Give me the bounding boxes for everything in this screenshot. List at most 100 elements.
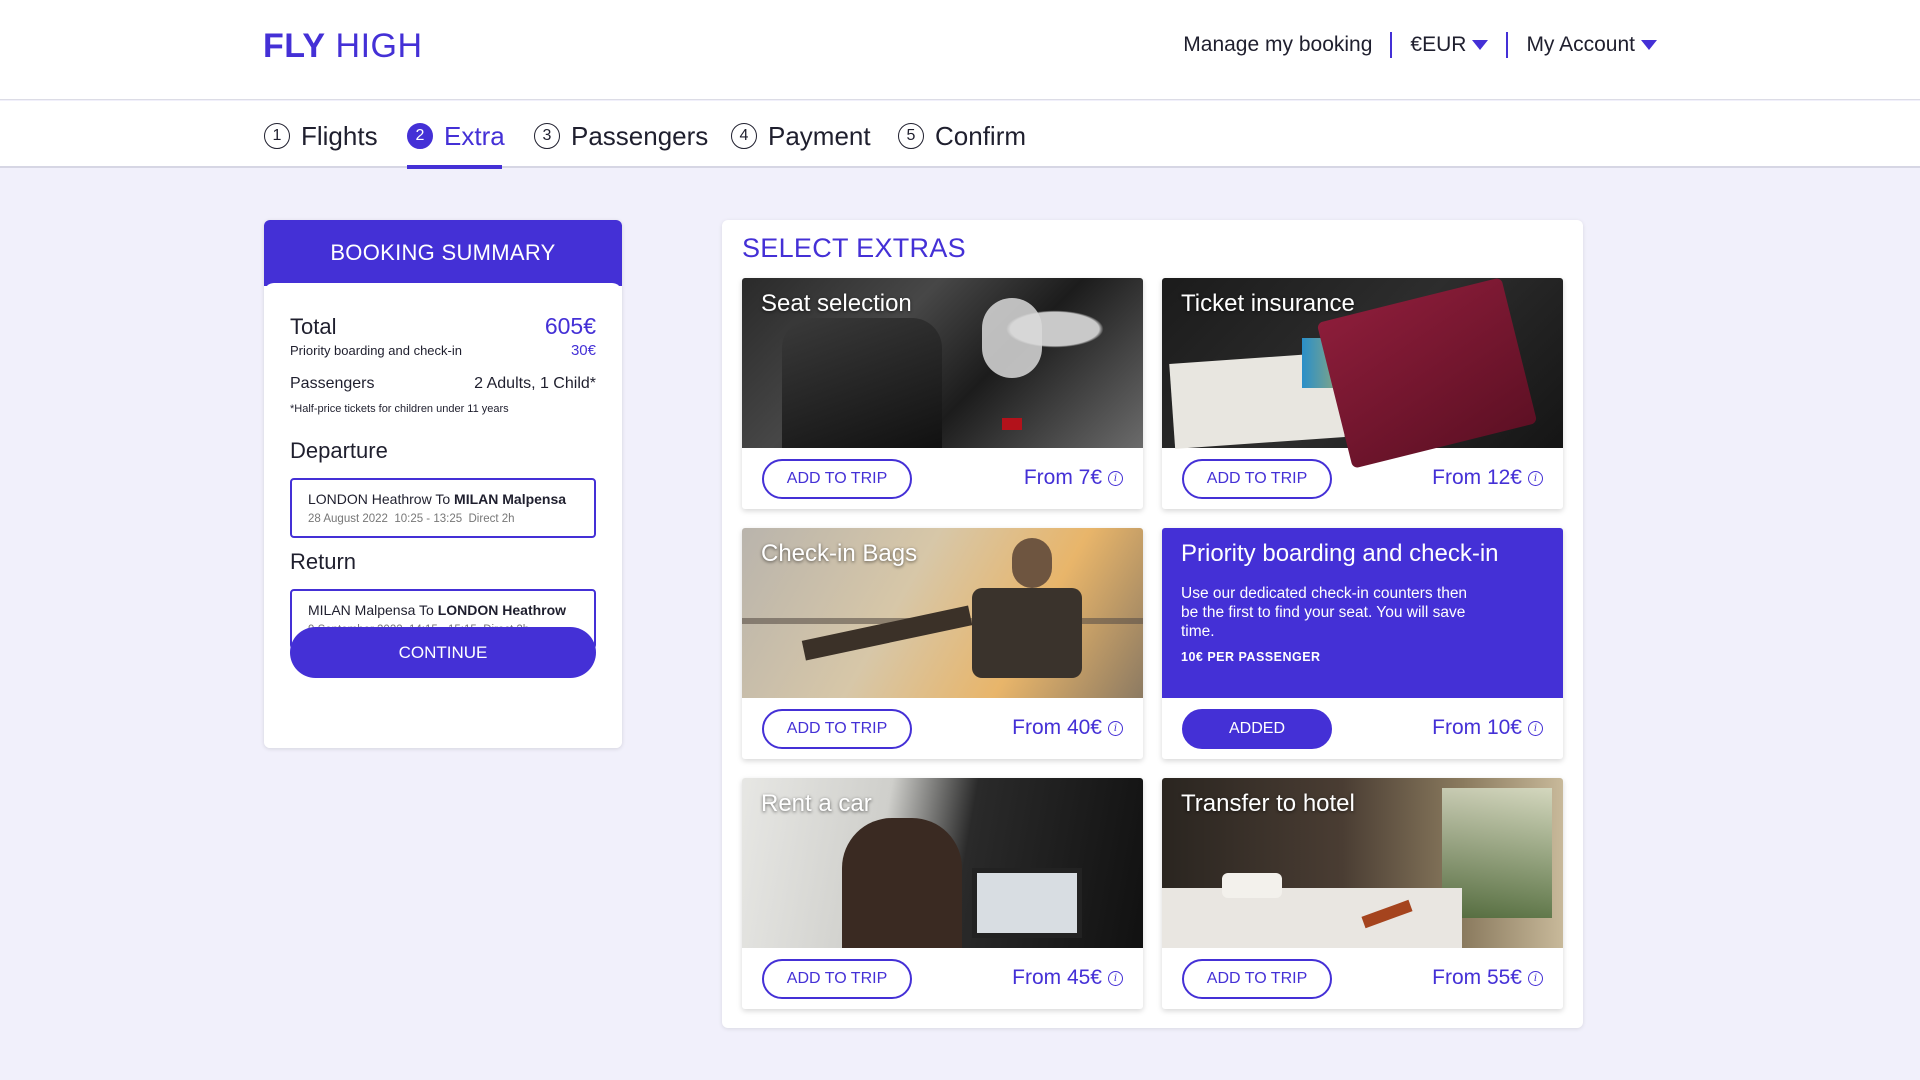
add-to-trip-button[interactable]: ADD TO TRIP [762,459,912,499]
add-to-trip-button[interactable]: ADD TO TRIP [1182,459,1332,499]
child-note: *Half-price tickets for children under 1… [290,403,509,415]
step-number: 4 [731,123,757,149]
account-menu[interactable]: My Account [1526,33,1657,57]
return-route: MILAN Malpensa To LONDON Heathrow [308,602,578,618]
info-icon[interactable]: i [1528,970,1543,986]
step-label: Payment [768,120,871,151]
step-number: 1 [264,123,290,149]
route-to-word: To [435,491,451,507]
extra-card-seat-selection: Seat selection ADD TO TRIP From 7€ i [742,278,1143,509]
price-text: From 45€ [1012,966,1102,989]
priority-description-box: Priority boarding and check-in Use our d… [1162,528,1563,698]
continue-button[interactable]: CONTINUE [290,627,596,678]
card-title: Ticket insurance [1181,290,1355,317]
child-note-row: *Half-price tickets for children under 1… [290,403,596,415]
total-row: Total 605€ [290,313,596,340]
step-label: Confirm [935,120,1027,151]
card-title: Transfer to hotel [1181,790,1355,817]
step-extra[interactable]: 2 Extra [407,119,505,153]
nav-divider [1390,32,1393,58]
chevron-down-icon [1641,40,1657,51]
info-icon[interactable]: i [1528,720,1543,736]
price-text: From 7€ [1023,466,1102,489]
summary-title: BOOKING SUMMARY [264,220,622,286]
active-step-indicator [407,165,502,169]
extra-card-priority-boarding: Priority boarding and check-in Use our d… [1162,528,1563,759]
extra-card-check-in-bags: Check-in Bags ADD TO TRIP From 40€ i [742,528,1143,759]
price-label: From 10€ i [1432,716,1543,740]
add-to-trip-button[interactable]: ADD TO TRIP [1182,959,1332,999]
logo-light-text: HIGH [335,27,423,65]
step-label: Extra [444,120,505,151]
departure-destination: MILAN Malpensa [454,491,567,507]
step-payment[interactable]: 4 Payment [731,119,871,153]
top-header: FLY HIGH Manage my booking €EUR My Accou… [0,0,1920,100]
departure-type: Direct 2h [468,513,515,525]
booking-summary: BOOKING SUMMARY Total 605€ Priority boar… [264,220,622,748]
departure-title: Departure [290,438,388,463]
departure-origin: LONDON Heathrow [308,491,432,507]
chevron-down-icon [1472,40,1489,51]
logo[interactable]: FLY HIGH [263,27,423,66]
info-icon[interactable]: i [1108,970,1123,986]
passengers-row: Passengers 2 Adults, 1 Child* [290,375,596,393]
price-label: From 7€ i [1024,466,1123,490]
departure-meta: 28 August 2022 10:25 - 13:25 Direct 2h [308,513,578,525]
booking-steps: 1 Flights 2 Extra 3 Passengers 4 Payment… [0,101,1920,169]
step-flights[interactable]: 1 Flights [264,119,378,153]
step-confirm[interactable]: 5 Confirm [898,119,1026,153]
step-number: 3 [534,123,560,149]
step-number: 2 [407,123,433,149]
price-text: From 40€ [1012,716,1102,739]
extra-label: Priority boarding and check-in [290,343,462,358]
step-label: Passengers [571,120,709,151]
price-text: From 12€ [1432,466,1522,489]
price-label: From 55€ i [1432,966,1543,990]
extra-card-ticket-insurance: Ticket insurance ADD TO TRIP From 12€ i [1162,278,1563,509]
passengers-value: 2 Adults, 1 Child* [474,375,596,392]
add-to-trip-button[interactable]: ADD TO TRIP [762,709,912,749]
card-title: Priority boarding and check-in [1181,540,1499,567]
price-text: From 10€ [1432,716,1522,739]
summary-body: Total 605€ Priority boarding and check-i… [264,283,622,748]
total-label: Total [290,314,337,339]
account-label: My Account [1526,33,1635,56]
extra-row: Priority boarding and check-in 30€ [290,342,596,359]
return-destination: LONDON Heathrow [437,602,567,618]
price-label: From 45€ i [1012,966,1123,990]
departure-flight-card[interactable]: LONDON Heathrow To MILAN Malpensa 28 Aug… [290,478,596,538]
departure-time: 10:25 - 13:25 [394,513,463,525]
extras-title: SELECT EXTRAS [742,233,966,263]
step-passengers[interactable]: 3 Passengers [534,119,708,153]
total-value: 605€ [544,313,596,339]
currency-selector[interactable]: €EUR [1410,33,1489,57]
route-to-word: To [419,602,434,618]
extra-value: 30€ [570,342,596,359]
per-passenger-price: 10€ PER PASSENGER [1181,650,1321,664]
nav-divider [1506,32,1509,58]
extra-card-rent-a-car: Rent a car ADD TO TRIP From 45€ i [742,778,1143,1009]
passengers-label: Passengers [290,375,375,392]
priority-description: Use our dedicated check-in counters then… [1181,585,1468,640]
departure-route: LONDON Heathrow To MILAN Malpensa [308,491,578,507]
info-icon[interactable]: i [1108,470,1123,486]
added-button[interactable]: ADDED [1182,709,1332,749]
card-title: Check-in Bags [761,540,918,567]
return-title: Return [290,549,357,574]
manage-booking-link[interactable]: Manage my booking [1183,33,1372,57]
step-label: Flights [301,120,378,151]
header-nav: Manage my booking €EUR My Account [1183,32,1657,58]
logo-bold-text: FLY [263,27,326,65]
info-icon[interactable]: i [1108,720,1123,736]
extra-card-transfer-to-hotel: Transfer to hotel ADD TO TRIP From 55€ i [1162,778,1563,1009]
departure-date: 28 August 2022 [308,513,388,525]
step-number: 5 [898,123,924,149]
price-label: From 12€ i [1432,466,1543,490]
price-text: From 55€ [1432,966,1522,989]
return-origin: MILAN Malpensa [308,602,416,618]
currency-label: €EUR [1410,33,1467,56]
select-extras-panel: SELECT EXTRAS Seat selection ADD TO TRIP… [722,220,1583,1028]
price-label: From 40€ i [1012,716,1123,740]
info-icon[interactable]: i [1528,470,1543,486]
add-to-trip-button[interactable]: ADD TO TRIP [762,959,912,999]
